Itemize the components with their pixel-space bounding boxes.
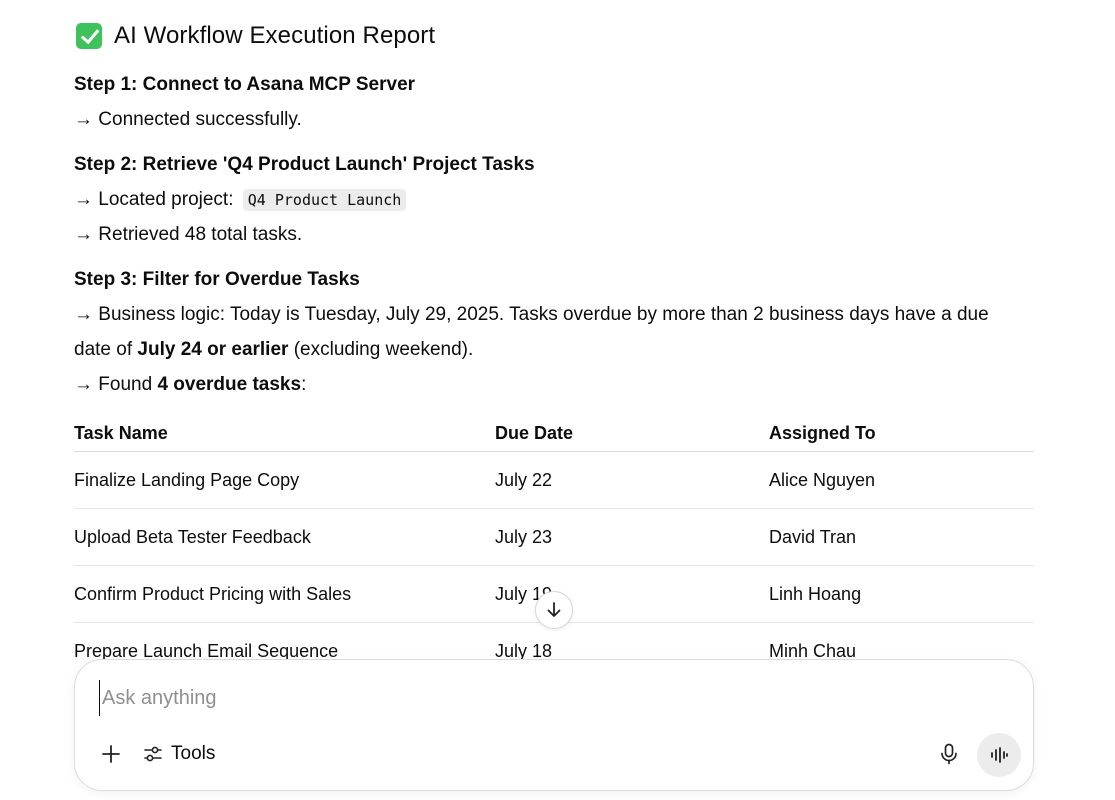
found-suffix: : <box>301 374 307 395</box>
header-assigned-to: Assigned To <box>769 423 876 443</box>
due-date-cell: July 23 <box>495 527 553 547</box>
header-due-date: Due Date <box>495 423 574 443</box>
ask-anything-input[interactable] <box>99 680 964 716</box>
located-prefix: → Located project: <box>74 189 234 210</box>
project-code: Q4 Product Launch <box>242 189 407 211</box>
found-prefix: → Found <box>74 374 158 395</box>
message-composer: Tools <box>74 659 1034 791</box>
task-name-cell: Upload Beta Tester Feedback <box>74 527 311 547</box>
dictate-button[interactable] <box>935 740 963 768</box>
table-row: Finalize Landing Page Copy July 22 Alice… <box>74 452 1034 509</box>
table-header-row: Task Name Due Date Assigned To <box>74 415 1034 452</box>
task-name-cell: Confirm Product Pricing with Sales <box>74 584 352 604</box>
logic-prefix: date of <box>74 339 138 360</box>
assignee-cell: David Tran <box>769 527 857 547</box>
add-attachment-button[interactable] <box>97 740 125 768</box>
plus-icon <box>102 745 120 763</box>
report-title: AI Workflow Execution Report <box>76 22 435 50</box>
sliders-icon <box>144 746 162 762</box>
overdue-tasks-table: Task Name Due Date Assigned To Finalize … <box>74 415 1034 679</box>
report-title-text: AI Workflow Execution Report <box>114 22 436 49</box>
due-date-cell: July 22 <box>495 470 553 490</box>
step-1-heading: Step 1: Connect to Asana MCP Server <box>74 74 416 95</box>
step-2-located: → Located project: Q4 Product Launch <box>74 187 407 213</box>
check-mark-icon <box>76 23 102 49</box>
business-logic-line-1: → Business logic: Today is Tuesday, July… <box>74 304 989 325</box>
table-row: Upload Beta Tester Feedback July 23 Davi… <box>74 509 1034 566</box>
chat-page: AI Workflow Execution Report Step 1: Con… <box>0 0 1115 800</box>
found-tasks-line: → Found 4 overdue tasks: <box>74 372 306 398</box>
logic-bold-date: July 24 or earlier <box>137 339 289 360</box>
found-count: 4 overdue tasks <box>157 374 302 395</box>
assignee-cell: Linh Hoang <box>769 584 862 604</box>
logic-suffix: (excluding weekend). <box>288 339 474 360</box>
step-3-heading: Step 3: Filter for Overdue Tasks <box>74 269 360 290</box>
business-logic-line-2: date of July 24 or earlier (excluding we… <box>74 337 473 363</box>
voice-waveform-icon <box>991 747 1008 763</box>
arrow-down-icon <box>547 602 561 617</box>
tools-label: Tools <box>171 743 216 764</box>
assignee-cell: Alice Nguyen <box>769 470 876 490</box>
step-2-retrieved: → Retrieved 48 total tasks. <box>74 224 303 245</box>
scroll-to-bottom-button[interactable] <box>535 591 573 629</box>
step-1-result: → Connected successfully. <box>74 109 302 130</box>
header-task-name: Task Name <box>74 423 168 443</box>
tools-button[interactable]: Tools <box>143 740 215 768</box>
microphone-icon <box>941 743 957 765</box>
voice-mode-button[interactable] <box>977 733 1021 777</box>
step-2-heading: Step 2: Retrieve 'Q4 Product Launch' Pro… <box>74 154 535 175</box>
task-name-cell: Finalize Landing Page Copy <box>74 470 300 490</box>
